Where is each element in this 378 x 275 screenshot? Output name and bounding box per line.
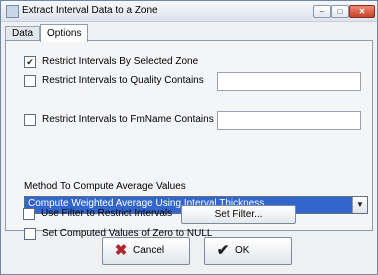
- chevron-down-icon[interactable]: ▼: [352, 197, 367, 213]
- app-icon: [6, 5, 19, 18]
- restrict-quality-checkbox[interactable]: [24, 75, 36, 87]
- use-filter-checkbox[interactable]: [23, 208, 35, 220]
- restrict-zone-checkbox[interactable]: ✔: [24, 56, 36, 68]
- ok-label: OK: [235, 245, 250, 256]
- title-bar: Extract Interval Data to a Zone – □ ✕: [1, 1, 377, 22]
- tab-data[interactable]: Data: [5, 26, 41, 41]
- window-title: Extract Interval Data to a Zone: [22, 5, 158, 16]
- use-filter-label: Use Filter to Restrict Intervals: [41, 208, 173, 219]
- options-panel: ✔ Restrict Intervals By Selected Zone Re…: [5, 40, 373, 240]
- restrict-quality-label: Restrict Intervals to Quality Contains: [42, 75, 204, 86]
- cancel-button[interactable]: ✖ Cancel: [102, 237, 190, 265]
- dialog-window: Extract Interval Data to a Zone – □ ✕ Da…: [0, 0, 378, 275]
- close-button[interactable]: ✕: [349, 5, 375, 18]
- minimize-button[interactable]: –: [313, 5, 331, 18]
- checkmark-icon: ✔: [216, 242, 230, 259]
- ok-button[interactable]: ✔ OK: [204, 237, 292, 265]
- maximize-button[interactable]: □: [331, 5, 349, 18]
- quality-contains-input[interactable]: [217, 72, 361, 91]
- cancel-label: Cancel: [133, 245, 165, 256]
- restrict-fmname-checkbox[interactable]: [24, 114, 36, 126]
- tab-options[interactable]: Options: [40, 24, 89, 42]
- restrict-fmname-label: Restrict Intervals to FmName Contains: [42, 114, 214, 125]
- method-label: Method To Compute Average Values: [24, 181, 186, 192]
- set-filter-button[interactable]: Set Filter...: [181, 205, 296, 224]
- fmname-contains-input[interactable]: [217, 111, 361, 130]
- zero-to-null-checkbox[interactable]: [24, 228, 36, 240]
- cancel-x-icon: ✖: [114, 242, 128, 259]
- restrict-zone-label: Restrict Intervals By Selected Zone: [42, 56, 199, 67]
